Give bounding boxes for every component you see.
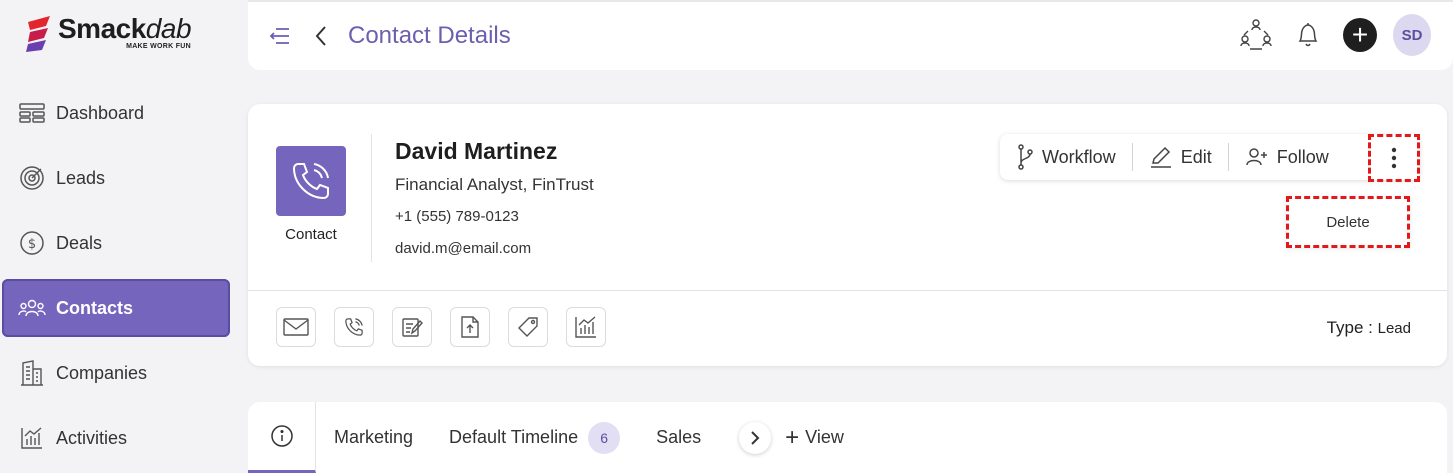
tab-info[interactable]: [248, 402, 316, 473]
count-badge: 6: [588, 421, 621, 454]
note-tool-button[interactable]: [392, 307, 432, 347]
email-icon: [283, 318, 309, 336]
tabs-scroll-next-button[interactable]: [739, 421, 772, 454]
dollar-icon: $: [18, 229, 46, 257]
sidebar-nav: Dashboard Leads $ Deals Contacts Compani…: [0, 84, 236, 473]
contact-card: Contact David Martinez Financial Analyst…: [248, 104, 1447, 366]
contact-type: Type : Lead: [1327, 318, 1411, 338]
avatar: SD: [1393, 14, 1431, 56]
top-header: Contact Details + SD: [248, 0, 1453, 70]
type-value: Lead: [1377, 320, 1411, 337]
header-actions: + SD: [1223, 14, 1431, 56]
follow-button[interactable]: Follow: [1229, 134, 1345, 180]
tab-default-timeline[interactable]: Default Timeline 6: [449, 421, 621, 454]
phone-icon: [345, 318, 363, 336]
note-icon: [402, 318, 423, 337]
contact-name: David Martinez: [395, 138, 558, 164]
tab-sales[interactable]: Sales: [656, 427, 701, 448]
activity-chart-icon: [18, 424, 46, 452]
edit-label: Edit: [1180, 146, 1212, 167]
sidebar-item-label: Deals: [56, 232, 103, 253]
team-network-icon[interactable]: [1237, 16, 1275, 54]
tab-marketing[interactable]: Marketing: [334, 427, 413, 448]
sidebar-item-label: Companies: [56, 362, 148, 383]
pencil-icon: [1150, 146, 1171, 168]
contact-job-title: Financial Analyst, FinTrust: [395, 175, 594, 194]
tab-label: Marketing: [334, 427, 414, 447]
info-icon: [270, 425, 293, 447]
workflow-branch-icon: [1018, 144, 1033, 170]
contact-badge-label: Contact: [285, 226, 337, 243]
sidebar-item-label: Activities: [56, 427, 128, 448]
tab-label: Default Timeline: [449, 427, 579, 447]
sidebar-item-leads[interactable]: Leads: [2, 149, 230, 207]
workflow-button[interactable]: Workflow: [1000, 134, 1132, 180]
activity-tool-button[interactable]: [566, 307, 606, 347]
tag-tool-button[interactable]: [508, 307, 548, 347]
plus-icon: +: [785, 423, 800, 451]
call-tool-button[interactable]: [334, 307, 374, 347]
add-view-label: View: [805, 427, 844, 447]
brand-name-italic: dab: [145, 13, 192, 44]
svg-text:$: $: [28, 237, 36, 252]
phone-call-icon: [292, 163, 329, 200]
sidebar-item-dashboard[interactable]: Dashboard: [2, 84, 230, 142]
edit-button[interactable]: Edit: [1133, 134, 1228, 180]
email-tool-button[interactable]: [276, 307, 316, 347]
user-avatar-button[interactable]: SD: [1393, 14, 1431, 56]
type-label: Type :: [1326, 318, 1373, 337]
collapse-menu-icon[interactable]: [268, 25, 290, 47]
dashboard-icon: [18, 99, 46, 127]
brand-name-bold: Smack: [58, 13, 146, 44]
sidebar-item-companies[interactable]: Companies: [2, 344, 230, 402]
delete-menu-item[interactable]: Delete: [1286, 196, 1410, 248]
chevron-right-icon: [751, 430, 760, 445]
brand-logo[interactable]: Smackdab MAKE WORK FUN: [24, 13, 192, 52]
contact-type-badge: [276, 146, 346, 216]
more-options-button[interactable]: [1368, 134, 1420, 182]
add-user-icon: [1245, 148, 1267, 166]
detail-tabs: Marketing Default Timeline 6 Sales + Vie…: [248, 402, 1447, 473]
page-title: Contact Details: [348, 22, 511, 49]
upload-icon: [461, 316, 479, 338]
add-button[interactable]: +: [1341, 16, 1379, 54]
divider: [371, 134, 372, 262]
kebab-menu-icon: [1391, 147, 1397, 169]
back-arrow-icon[interactable]: [314, 25, 328, 47]
bell-icon[interactable]: [1289, 16, 1327, 54]
sidebar-item-label: Contacts: [56, 297, 134, 318]
people-icon: [18, 294, 46, 322]
upload-tool-button[interactable]: [450, 307, 490, 347]
tag-icon: [518, 317, 538, 337]
target-icon: [18, 164, 46, 192]
quick-action-tools: [276, 307, 624, 347]
building-icon: [18, 359, 46, 387]
sidebar-item-contacts[interactable]: Contacts: [2, 279, 230, 337]
workflow-label: Workflow: [1042, 146, 1116, 167]
tab-label: Sales: [656, 427, 702, 447]
action-toolbar: Workflow Edit Follow: [1000, 134, 1420, 180]
contact-summary: Contact David Martinez Financial Analyst…: [248, 104, 1447, 291]
follow-label: Follow: [1276, 146, 1329, 167]
plus-icon: +: [1343, 18, 1377, 52]
sidebar-item-activities[interactable]: Activities: [2, 409, 230, 467]
brand-tagline: MAKE WORK FUN: [126, 43, 192, 50]
sidebar-item-label: Dashboard: [56, 102, 145, 123]
smackdab-logo-icon: [26, 16, 50, 52]
sidebar: Smackdab MAKE WORK FUN Dashboard Leads $…: [0, 0, 236, 473]
activity-icon: [575, 316, 596, 338]
sidebar-item-deals[interactable]: $ Deals: [2, 214, 230, 272]
contact-phone[interactable]: +1 (555) 789-0123: [395, 208, 519, 225]
add-view-button[interactable]: + View: [785, 423, 844, 451]
contact-email[interactable]: david.m@email.com: [395, 240, 531, 257]
sidebar-item-label: Leads: [56, 167, 106, 188]
